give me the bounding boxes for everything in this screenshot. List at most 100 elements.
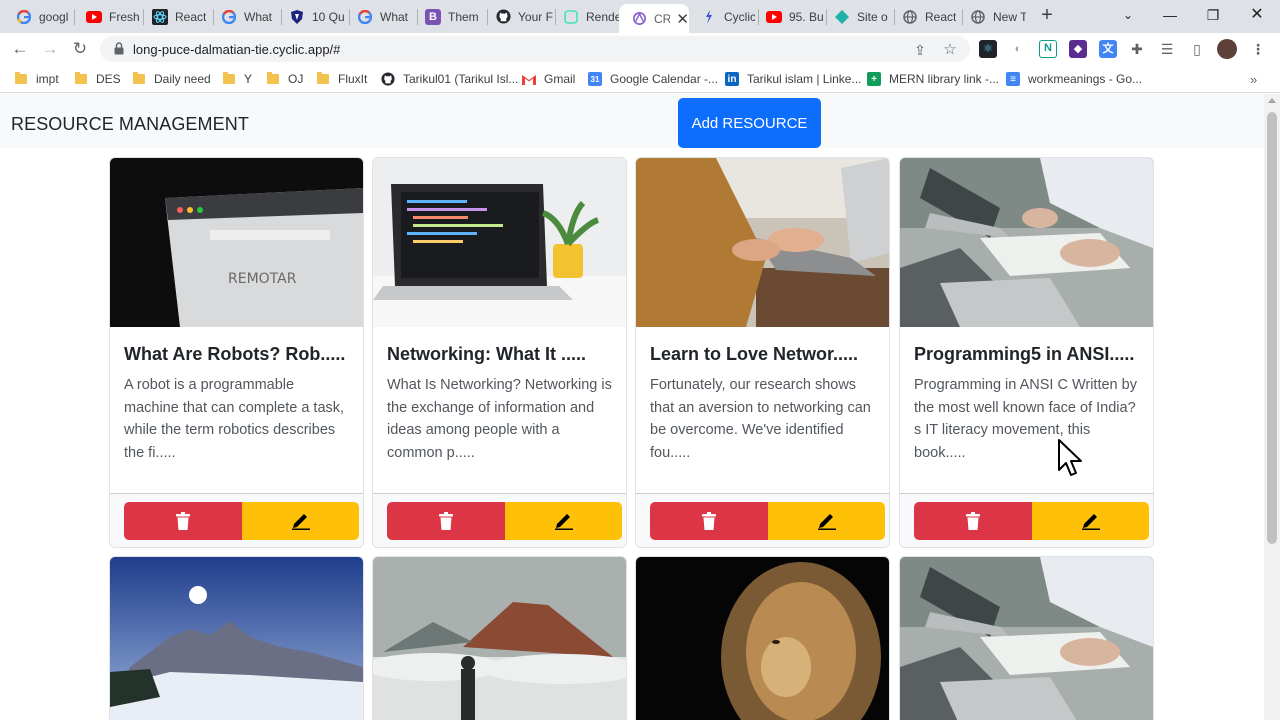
card-title: What Are Robots? Rob..... <box>124 344 346 364</box>
purple-extension-icon[interactable]: ◆ <box>1069 40 1087 58</box>
tab-11[interactable]: Cyclic <box>689 4 755 29</box>
delete-button[interactable] <box>124 502 242 540</box>
snowy-mountains-photo <box>110 557 363 720</box>
window-close-button[interactable]: ✕ <box>1247 4 1267 26</box>
bookmark-link[interactable]: 31 Google Calendar -... <box>588 71 718 87</box>
close-icon[interactable]: ✕ <box>676 10 689 28</box>
bookmark-link[interactable]: Tarikul01 (Tarikul Isl... <box>381 71 518 87</box>
add-resource-button[interactable]: Add RESOURCE <box>678 98 821 148</box>
card-description: A robot is a programmable machine that c… <box>124 377 345 461</box>
side-panel-icon[interactable]: ▯ <box>1188 40 1206 58</box>
tab-15[interactable]: New T <box>958 4 1026 29</box>
delete-button[interactable] <box>914 502 1032 540</box>
globe-icon <box>902 9 918 25</box>
bookmark-folder[interactable]: DES <box>74 71 121 87</box>
resource-card <box>372 556 627 720</box>
tab-4[interactable]: What <box>209 4 279 29</box>
bookmark-folder[interactable]: Y <box>222 71 252 87</box>
bookmark-link[interactable]: ≡ workmeanings - Go... <box>1006 71 1142 87</box>
back-button[interactable]: ← <box>10 39 30 59</box>
scroll-up-arrow-icon[interactable] <box>1268 98 1276 103</box>
scroll-thumb[interactable] <box>1267 112 1277 544</box>
bookmark-folder[interactable]: FluxIt <box>316 71 367 87</box>
docs-icon: ≡ <box>1006 72 1020 86</box>
address-bar[interactable]: long-puce-dalmatian-tie.cyclic.app/# ⇪ ☆ <box>100 36 970 62</box>
youtube-icon <box>766 9 782 25</box>
more-bookmarks-icon[interactable]: » <box>1250 71 1257 87</box>
bookmark-link[interactable]: in Tarikul islam | Linke... <box>725 71 862 87</box>
tab-label: Rende <box>586 9 621 24</box>
share-icon[interactable]: ⇪ <box>912 42 928 58</box>
bookmark-link[interactable]: + MERN library link -... <box>867 71 999 87</box>
tab-9[interactable]: Rende <box>551 4 621 29</box>
resource-card <box>899 556 1154 720</box>
bookmark-link[interactable]: Gmail <box>522 71 575 87</box>
github-icon <box>381 72 395 86</box>
lock-icon <box>114 42 124 55</box>
edit-button[interactable] <box>768 502 885 540</box>
tab-label: What <box>244 9 273 24</box>
trash-icon <box>702 512 716 530</box>
card-description: What Is Networking? Networking is the ex… <box>387 377 612 461</box>
tab-5[interactable]: 10 Qu <box>277 4 347 29</box>
tab-8[interactable]: Your F <box>483 4 555 29</box>
avatar[interactable] <box>1217 39 1237 59</box>
page-scrollbar[interactable] <box>1264 94 1280 720</box>
url-text: long-puce-dalmatian-tie.cyclic.app/# <box>133 42 341 57</box>
pencil-icon <box>291 514 310 530</box>
minimize-button[interactable]: — <box>1160 4 1180 26</box>
card-footer <box>110 493 363 547</box>
google-icon <box>16 9 32 25</box>
tab-10-active[interactable]: CR ✕ <box>619 4 689 33</box>
tab-14[interactable]: React <box>890 4 960 29</box>
tab-label: What <box>380 9 409 24</box>
reading-list-icon[interactable]: ☰ <box>1158 40 1176 58</box>
translate-icon[interactable]: 文 <box>1099 40 1117 58</box>
new-tab-button[interactable]: + <box>1037 5 1057 25</box>
tab-1[interactable]: googl <box>4 4 70 29</box>
sheets-icon: + <box>867 72 881 86</box>
restore-button[interactable]: ❐ <box>1203 4 1223 26</box>
edit-button[interactable] <box>1032 502 1149 540</box>
bookmark-folder[interactable]: impt <box>14 71 59 87</box>
tab-13[interactable]: Site o <box>822 4 892 29</box>
tab-label: Them <box>448 9 479 24</box>
bookmark-star-icon[interactable]: ☆ <box>942 42 958 58</box>
reload-button[interactable]: ↻ <box>70 39 90 59</box>
delete-button[interactable] <box>650 502 768 540</box>
resource-card: Learn to Love Networ..... Fortunately, o… <box>635 157 890 548</box>
bookmark-folder[interactable]: OJ <box>266 71 303 87</box>
folder-icon <box>132 72 146 86</box>
cyclic-icon <box>631 11 647 27</box>
card-title: Networking: What It ..... <box>387 344 586 364</box>
menu-icon[interactable]: ⋮ <box>1249 40 1267 58</box>
delete-button[interactable] <box>387 502 505 540</box>
tab-7[interactable]: B Them <box>413 4 485 29</box>
resource-card: Programming5 in ANSI..... Programming in… <box>899 157 1154 548</box>
globe-icon <box>970 9 986 25</box>
tab-6[interactable]: What <box>345 4 415 29</box>
trash-icon <box>439 512 453 530</box>
resource-card <box>635 556 890 720</box>
tab-search-icon[interactable]: ⌄ <box>1118 4 1138 26</box>
meeting-laptops-photo <box>900 158 1153 327</box>
tab-3[interactable]: React <box>140 4 210 29</box>
browser-toolbar: ← → ↻ long-puce-dalmatian-tie.cyclic.app… <box>0 33 1280 65</box>
edit-button[interactable] <box>505 502 622 540</box>
tab-label: Cyclic <box>724 9 755 24</box>
browser-screen-photo: REMOTAR <box>110 158 363 327</box>
puzzle-icon[interactable]: ✚ <box>1128 40 1146 58</box>
resource-card <box>109 556 364 720</box>
card-footer <box>373 493 626 547</box>
brand-title: RESOURCE MANAGEMENT <box>11 114 249 134</box>
react-devtools-icon[interactable]: ⚛ <box>979 40 997 58</box>
extension-icon[interactable]: ◐ <box>1009 40 1027 58</box>
tab-12[interactable]: 95. Bu <box>754 4 826 29</box>
tab-2[interactable]: Freshe <box>74 4 140 29</box>
bookmark-folder[interactable]: Daily need <box>132 71 211 87</box>
n-extension-icon[interactable]: N <box>1039 40 1057 58</box>
forward-button[interactable]: → <box>40 39 60 59</box>
resource-card: REMOTAR What Are Robots? Rob..... A robo… <box>109 157 364 548</box>
edit-button[interactable] <box>242 502 359 540</box>
trash-icon <box>176 512 190 530</box>
